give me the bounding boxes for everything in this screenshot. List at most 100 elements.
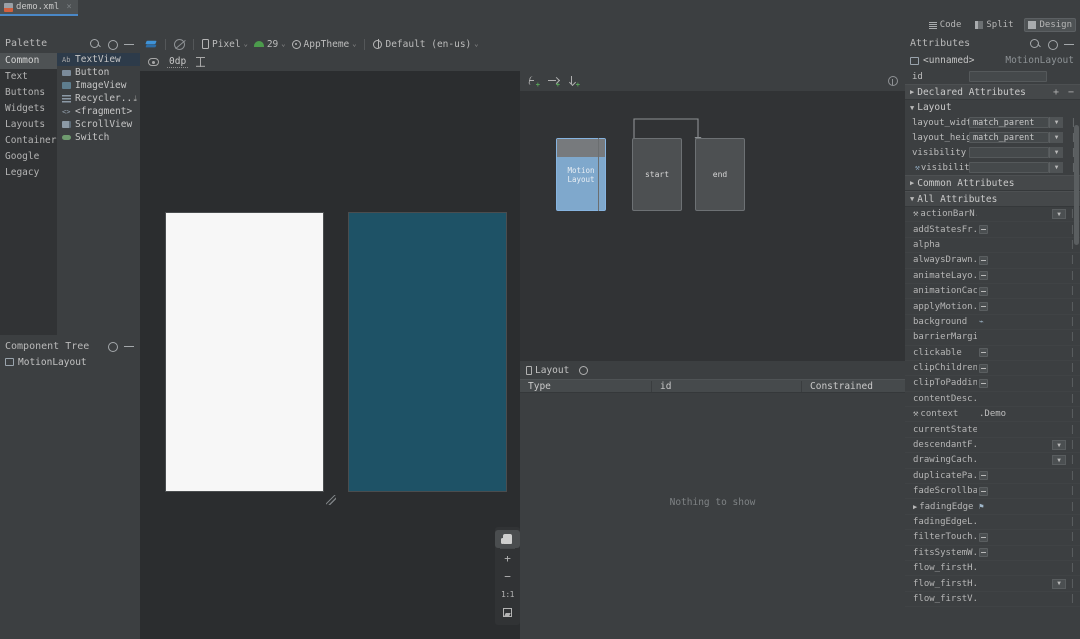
palette-item-fragment[interactable]: <> <fragment> xyxy=(57,105,140,118)
tab-layout[interactable]: Layout xyxy=(526,365,569,376)
checkbox-indeterminate-icon[interactable] xyxy=(979,364,988,373)
attribute-row-clickable[interactable]: clickable | xyxy=(905,346,1080,361)
attribute-row-fadescrollbars[interactable]: fadeScrollbars | xyxy=(905,484,1080,499)
flag-icon[interactable]: ⚑ xyxy=(979,502,984,511)
attribute-row-actionbarnavmode[interactable]: ⚒actionBarN... ▼ | xyxy=(905,207,1080,222)
checkbox-indeterminate-icon[interactable] xyxy=(979,379,988,388)
id-input[interactable] xyxy=(969,71,1047,82)
attribute-row-flow-firsthorizontalbias[interactable]: flow_firstH... | xyxy=(905,561,1080,576)
attributes-scrollbar[interactable] xyxy=(1074,125,1079,245)
download-icon[interactable]: ⤓ xyxy=(133,94,137,104)
close-icon[interactable]: × xyxy=(66,2,71,12)
checkbox-indeterminate-icon[interactable] xyxy=(979,533,988,542)
gear-icon[interactable] xyxy=(107,39,117,49)
editor-tab-demo-xml[interactable]: demo.xml × xyxy=(0,0,78,16)
attribute-row-alpha[interactable]: alpha | xyxy=(905,238,1080,253)
search-icon[interactable] xyxy=(1030,39,1040,49)
palette-item-button[interactable]: Button xyxy=(57,66,140,79)
cycle-editor-icon[interactable] xyxy=(888,76,898,86)
canvas-resize-handle[interactable] xyxy=(326,495,336,505)
attribute-row-barriermargin[interactable]: barrierMargin | xyxy=(905,330,1080,345)
zoom-out-button[interactable]: − xyxy=(495,567,520,585)
zoom-actual-button[interactable]: 1:1 xyxy=(495,585,520,603)
tab-design[interactable]: Design xyxy=(1024,18,1076,32)
chevron-down-icon[interactable]: ▼ xyxy=(1049,132,1063,143)
attribute-row-duplicateparentstate[interactable]: duplicatePa... | xyxy=(905,469,1080,484)
chevron-down-icon[interactable]: ▼ xyxy=(1052,455,1066,465)
start-state-box[interactable]: start xyxy=(632,138,682,211)
layout-height-input[interactable]: match_parent xyxy=(969,132,1049,143)
palette-item-recyclerview[interactable]: Recycler... ⤓ xyxy=(57,92,140,105)
layout-width-input[interactable]: match_parent xyxy=(969,117,1049,128)
palette-category-layouts[interactable]: Layouts xyxy=(0,117,57,133)
attribute-row-filtertouchesWhenobscured[interactable]: filterTouch... | xyxy=(905,530,1080,545)
minimize-icon[interactable] xyxy=(124,39,134,49)
palette-category-text[interactable]: Text xyxy=(0,69,57,85)
chevron-down-icon[interactable]: ▼ xyxy=(1052,209,1066,219)
api-selector[interactable]: 29 ⌄ xyxy=(254,39,286,50)
attribute-value[interactable]: .Demo xyxy=(977,409,1080,419)
column-header-constrained[interactable]: Constrained xyxy=(802,381,905,392)
create-constraintset-icon[interactable]: + xyxy=(548,76,559,87)
attribute-row-context[interactable]: ⚒context .Demo | xyxy=(905,407,1080,422)
checkbox-indeterminate-icon[interactable] xyxy=(979,225,988,234)
chevron-down-icon[interactable]: ▼ xyxy=(1049,162,1063,173)
section-declared-attributes[interactable]: ▶ Declared Attributes + − xyxy=(905,84,1080,100)
no-blend-icon[interactable] xyxy=(174,39,185,50)
chevron-down-icon[interactable]: ▼ xyxy=(1049,147,1063,158)
attribute-row-addstatesfromchildren[interactable]: addStatesFr... | xyxy=(905,222,1080,237)
locale-selector[interactable]: Default (en-us) ⌄ xyxy=(373,39,478,50)
attribute-row-fadingedge[interactable]: ▶fadingEdge ⚑ | xyxy=(905,499,1080,514)
layers-icon[interactable] xyxy=(146,39,157,49)
section-common-attributes[interactable]: ▶ Common Attributes xyxy=(905,175,1080,191)
attribute-row-animatelayoutchanges[interactable]: animateLayo... | xyxy=(905,269,1080,284)
pan-button[interactable] xyxy=(495,530,520,548)
end-state-box[interactable]: end xyxy=(695,138,745,211)
attribute-row-fitssystemwindows[interactable]: fitsSystemW... | xyxy=(905,546,1080,561)
checkbox-indeterminate-icon[interactable] xyxy=(979,471,988,480)
checkbox-indeterminate-icon[interactable] xyxy=(979,271,988,280)
minimize-icon[interactable] xyxy=(1064,39,1074,49)
section-all-attributes[interactable]: ▼ All Attributes xyxy=(905,191,1080,207)
zoom-in-button[interactable]: + xyxy=(495,549,520,567)
attribute-row-background[interactable]: background ⌁ | xyxy=(905,315,1080,330)
palette-category-google[interactable]: Google xyxy=(0,149,57,165)
attribute-row-descendantfocusability[interactable]: descendantF... ▼ | xyxy=(905,438,1080,453)
attribute-row-animationcache[interactable]: animationCache | xyxy=(905,284,1080,299)
tab-split[interactable]: Split xyxy=(972,19,1016,31)
search-icon[interactable] xyxy=(90,39,100,49)
chevron-down-icon[interactable]: ▼ xyxy=(1049,117,1063,128)
zoom-fit-button[interactable] xyxy=(495,603,520,621)
create-onswipe-icon[interactable]: + xyxy=(568,76,579,87)
attribute-row-alwaysdrawnwithcache[interactable]: alwaysDrawn... | xyxy=(905,253,1080,268)
attribute-row-flow-firsthorizontalstyle[interactable]: flow_firstH... ▼ | xyxy=(905,576,1080,591)
attribute-row-drawingcachequality[interactable]: drawingCach... ▼ | xyxy=(905,453,1080,468)
minimize-icon[interactable] xyxy=(124,341,134,351)
checkbox-indeterminate-icon[interactable] xyxy=(979,287,988,296)
gear-icon[interactable] xyxy=(1047,39,1057,49)
margin-value[interactable]: 0dp xyxy=(167,56,188,68)
chevron-down-icon[interactable]: ▼ xyxy=(1052,440,1066,450)
preview-device-start[interactable] xyxy=(165,212,324,492)
tab-code[interactable]: Code xyxy=(926,19,965,31)
tools-visibility-input[interactable] xyxy=(969,162,1049,173)
palette-category-widgets[interactable]: Widgets xyxy=(0,101,57,117)
attribute-row-clipchildren[interactable]: clipChildren | xyxy=(905,361,1080,376)
tree-node-motionlayout[interactable]: MotionLayout xyxy=(0,355,140,369)
attribute-row-fadingedgelength[interactable]: fadingEdgeL... | xyxy=(905,515,1080,530)
checkbox-indeterminate-icon[interactable] xyxy=(979,487,988,496)
attribute-row-currentstate[interactable]: currentState | xyxy=(905,422,1080,437)
section-layout[interactable]: ▼ Layout xyxy=(905,100,1080,115)
add-attribute-button[interactable]: + xyxy=(1053,87,1065,98)
checkbox-indeterminate-icon[interactable] xyxy=(979,548,988,557)
checkbox-indeterminate-icon[interactable] xyxy=(979,348,988,357)
remove-attribute-button[interactable]: − xyxy=(1068,87,1080,98)
palette-item-scrollview[interactable]: ScrollView xyxy=(57,118,140,131)
column-header-type[interactable]: Type xyxy=(520,381,652,392)
preview-device-end[interactable] xyxy=(348,212,507,492)
attribute-row-contentdescription[interactable]: contentDesc... | xyxy=(905,392,1080,407)
attribute-row-cliptopadding[interactable]: clipToPadding | xyxy=(905,376,1080,391)
theme-selector[interactable]: AppTheme ⌄ xyxy=(292,39,357,50)
palette-item-switch[interactable]: Switch xyxy=(57,131,140,144)
text-cursor-icon[interactable] xyxy=(196,57,205,67)
